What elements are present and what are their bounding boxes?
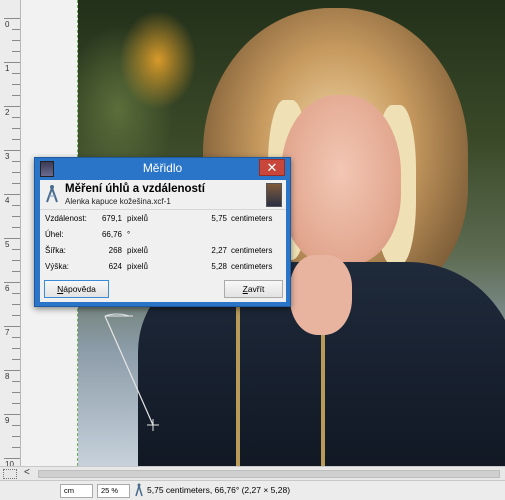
ruler-major-tick	[4, 194, 20, 195]
help-button[interactable]: Nápověda	[44, 280, 109, 298]
ruler-label: 3	[5, 152, 10, 161]
ruler-major-tick	[4, 282, 20, 283]
ruler-major-tick	[4, 62, 20, 63]
ruler-major-tick	[4, 326, 20, 327]
ruler-label: 9	[5, 416, 10, 425]
width-row: Šířka: 268 pixelů 2,27 centimeters	[45, 246, 273, 255]
ruler-label: 8	[5, 372, 10, 381]
dialog-heading: Měření úhlů a vzdáleností	[65, 183, 205, 195]
angle-row: Úhel: 66,76 °	[45, 230, 131, 239]
ruler-label: 7	[5, 328, 10, 337]
image-thumbnail	[266, 183, 282, 207]
ruler-label: 5	[5, 240, 10, 249]
ruler-minor-tick	[12, 348, 20, 349]
ruler-major-tick	[4, 106, 20, 107]
dialog-header: Měření úhlů a vzdáleností Alenka kapuce …	[40, 180, 286, 210]
ruler-minor-tick	[12, 51, 20, 52]
measure-line	[104, 315, 154, 426]
ruler-minor-tick	[12, 117, 20, 118]
ruler-major-tick	[4, 150, 20, 151]
compass-icon	[135, 483, 143, 497]
ruler-major-tick	[4, 370, 20, 371]
ruler-label: 6	[5, 284, 10, 293]
ruler-minor-tick	[12, 337, 20, 338]
scroll-left-icon[interactable]: <	[24, 467, 30, 478]
dialog-title: Měřidlo	[142, 161, 183, 175]
dialog-content: Měření úhlů a vzdáleností Alenka kapuce …	[40, 180, 286, 302]
close-icon[interactable]: ✕	[259, 159, 285, 176]
compass-icon	[46, 185, 58, 203]
ruler-minor-tick	[12, 359, 20, 360]
ruler-minor-tick	[12, 139, 20, 140]
ruler-minor-tick	[12, 271, 20, 272]
unit-select[interactable]: cm	[60, 484, 93, 498]
scrollbar-thumb[interactable]	[38, 470, 500, 478]
ruler-minor-tick	[12, 29, 20, 30]
ruler-minor-tick	[12, 172, 20, 173]
ruler-minor-tick	[12, 183, 20, 184]
ruler-minor-tick	[12, 40, 20, 41]
measure-endpoint-handle[interactable]	[147, 419, 159, 431]
ruler-minor-tick	[12, 73, 20, 74]
ruler-label: 4	[5, 196, 10, 205]
ruler-major-tick	[4, 458, 20, 459]
ruler-minor-tick	[12, 381, 20, 382]
ruler-minor-tick	[12, 293, 20, 294]
ruler-major-tick	[4, 238, 20, 239]
ruler-minor-tick	[12, 447, 20, 448]
ruler-minor-tick	[12, 304, 20, 305]
ruler-minor-tick	[12, 227, 20, 228]
ruler-minor-tick	[12, 216, 20, 217]
ruler-label: 2	[5, 108, 10, 117]
ruler-minor-tick	[12, 205, 20, 206]
zoom-select[interactable]: 25 %	[97, 484, 130, 498]
ruler-minor-tick	[12, 425, 20, 426]
ruler-minor-tick	[12, 84, 20, 85]
ruler-minor-tick	[12, 315, 20, 316]
height-row: Výška: 624 pixelů 5,28 centimeters	[45, 262, 273, 271]
ruler-minor-tick	[12, 260, 20, 261]
navigate-corner-icon[interactable]	[3, 469, 17, 479]
ruler-label: 0	[5, 20, 10, 29]
status-message: 5,75 centimeters, 66,76° (2,27 × 5,28)	[147, 485, 291, 495]
measure-dialog: Měřidlo ✕ Měření úhlů a vzdáleností Alen…	[34, 157, 291, 307]
ruler-minor-tick	[12, 161, 20, 162]
ruler-minor-tick	[12, 392, 20, 393]
image-name: Alenka kapuce kožešina.xcf-1	[65, 197, 171, 206]
ruler-major-tick	[4, 18, 20, 19]
close-button[interactable]: Zavřít	[224, 280, 283, 298]
dialog-titlebar[interactable]: Měřidlo ✕	[35, 158, 290, 180]
ruler-minor-tick	[12, 436, 20, 437]
ruler-minor-tick	[12, 128, 20, 129]
ruler-major-tick	[4, 414, 20, 415]
ruler-minor-tick	[12, 95, 20, 96]
ruler-minor-tick	[12, 249, 20, 250]
status-bar: cm 25 % 5,75 centimeters, 66,76° (2,27 ×…	[0, 480, 505, 500]
ruler-minor-tick	[12, 403, 20, 404]
distance-row: Vzdálenost: 679,1 pixelů 5,75 centimeter…	[45, 214, 273, 223]
ruler-label: 1	[5, 64, 10, 73]
horizontal-scrollbar[interactable]: <	[0, 466, 505, 480]
vertical-ruler[interactable]: 0 1 2 3 4 5 6 7 8 9 10	[0, 0, 21, 469]
